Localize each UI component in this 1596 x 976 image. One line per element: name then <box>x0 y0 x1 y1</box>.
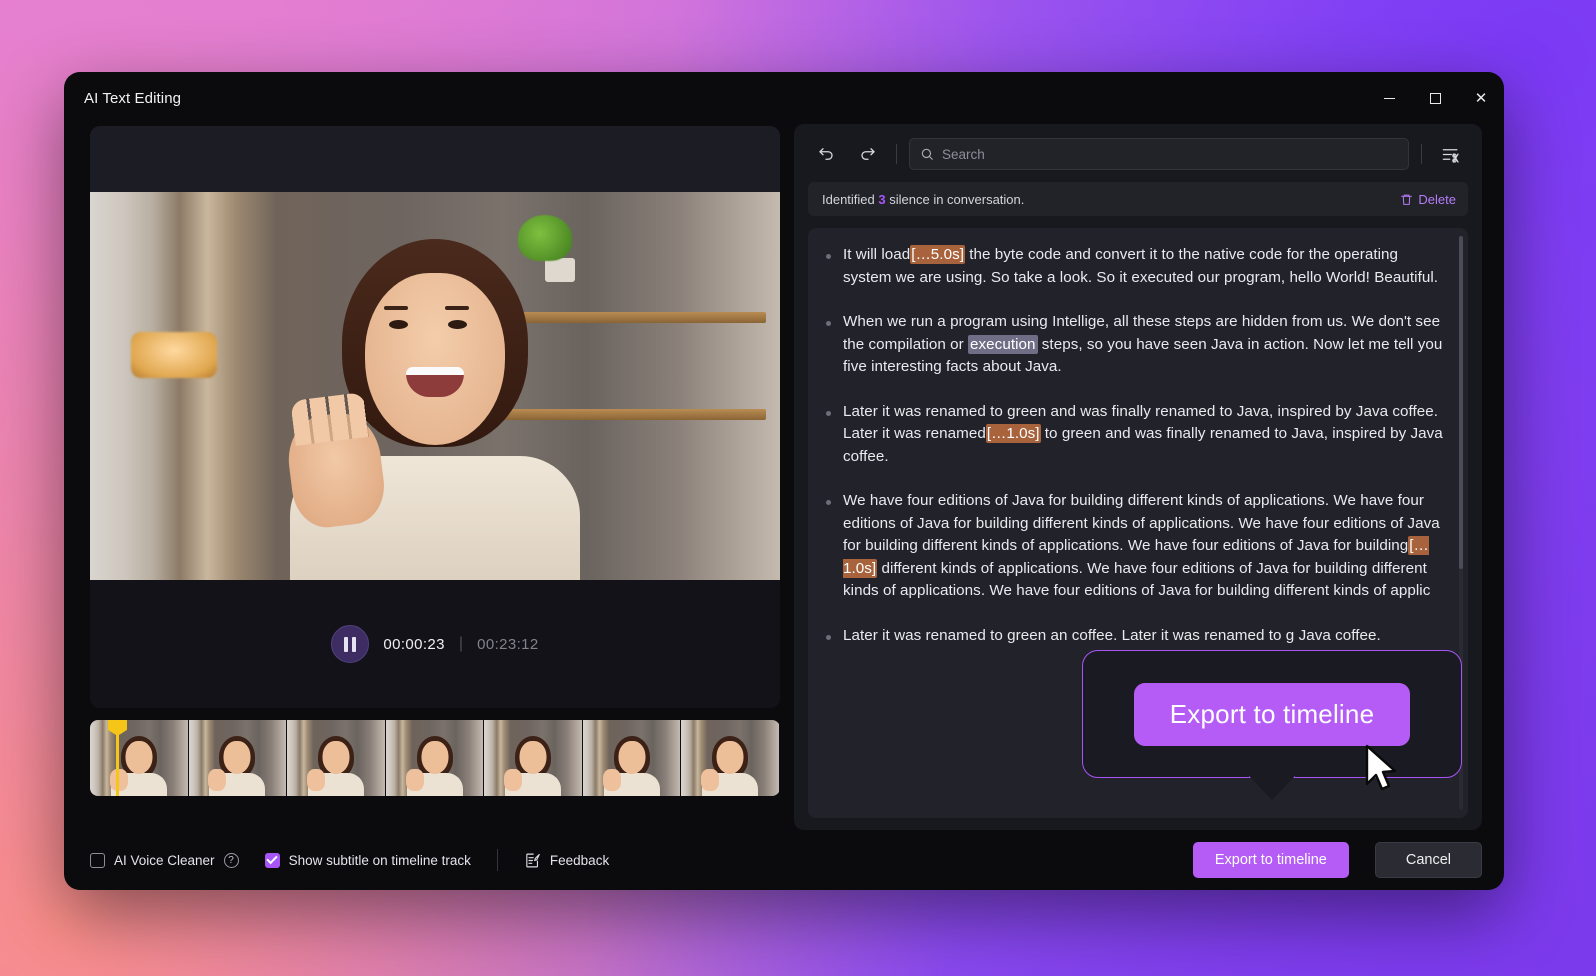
undo-button[interactable] <box>810 138 842 170</box>
show-subtitle-checkbox[interactable] <box>264 852 280 868</box>
silence-marker[interactable]: […1.0s] <box>985 424 1041 443</box>
pause-button[interactable] <box>331 625 370 663</box>
minimize-button[interactable] <box>1366 72 1412 124</box>
transcript-toolbar <box>808 138 1468 170</box>
delete-silences-button[interactable]: Delete <box>1400 192 1456 207</box>
maximize-icon <box>1429 92 1441 104</box>
feedback-label: Feedback <box>549 852 610 868</box>
paragraph-container: It will load[…5.0s] the byte code and co… <box>826 244 1446 647</box>
maximize-button[interactable] <box>1412 72 1458 124</box>
person-face <box>365 273 505 446</box>
person-brow <box>383 306 408 311</box>
trash-icon <box>1401 194 1413 205</box>
bullet-icon <box>826 321 831 326</box>
transcript-paragraph[interactable]: It will load[…5.0s] the byte code and co… <box>826 244 1446 289</box>
scrollbar-thumb[interactable] <box>1459 236 1463 569</box>
paragraph-text[interactable]: When we run a program using Intellige, a… <box>843 311 1446 379</box>
paragraph-text[interactable]: It will load[…5.0s] the byte code and co… <box>843 244 1446 289</box>
show-subtitle-label: Show subtitle on timeline track <box>288 852 471 868</box>
redo-icon <box>861 148 875 160</box>
filmstrip-thumbnail[interactable] <box>90 720 189 796</box>
show-subtitle-toggle[interactable]: Show subtitle on timeline track <box>264 852 471 868</box>
filmstrip-timeline[interactable] <box>90 720 780 796</box>
search-input[interactable] <box>942 146 1398 162</box>
transcript-text[interactable]: Later it was renamed to green an coffee.… <box>843 627 1381 644</box>
current-time: 00:00:23 <box>383 635 445 653</box>
zoom-callout: Export to timeline <box>1082 650 1462 778</box>
transcript-text[interactable]: different kinds of applications. We have… <box>843 560 1430 600</box>
bullet-icon <box>826 410 831 416</box>
silence-suffix: silence in conversation. <box>889 191 1025 207</box>
bullet-icon <box>826 254 831 259</box>
filmstrip-thumbnail[interactable] <box>385 720 485 796</box>
close-icon: ✕ <box>1474 89 1488 107</box>
delete-label: Delete <box>1418 191 1456 207</box>
transcript-paragraph[interactable]: We have four editions of Java for buildi… <box>826 490 1446 603</box>
filmstrip-thumbnail[interactable] <box>287 720 386 796</box>
silence-count: 3 <box>878 191 886 207</box>
transcript-text[interactable]: We have four editions of Java for buildi… <box>843 492 1440 554</box>
transcript-text[interactable]: It will load <box>843 246 910 263</box>
trim-text-icon <box>1442 148 1459 163</box>
ai-text-editing-window: AI Text Editing ✕ 00:00:23 | 00:23:12 Se… <box>64 72 1504 890</box>
playhead-marker[interactable] <box>116 720 119 796</box>
pause-icon <box>344 636 349 652</box>
player-controls: 00:00:23 | 00:23:12 <box>90 580 780 708</box>
video-stage: 00:00:23 | 00:23:12 <box>90 126 780 708</box>
transcript-paragraph[interactable]: Later it was renamed to green and was fi… <box>826 401 1446 469</box>
undo-icon <box>819 148 833 160</box>
minimize-icon <box>1383 97 1395 99</box>
ai-voice-cleaner-label: AI Voice Cleaner <box>114 852 215 868</box>
person-subject <box>270 192 600 580</box>
close-button[interactable]: ✕ <box>1458 72 1504 124</box>
title-bar: AI Text Editing ✕ <box>64 72 1504 124</box>
paragraph-text[interactable]: We have four editions of Java for buildi… <box>843 490 1446 603</box>
silence-prefix: Identified <box>822 191 875 207</box>
video-preview[interactable] <box>90 192 780 580</box>
ai-voice-cleaner-toggle[interactable]: AI Voice Cleaner ? <box>90 852 239 868</box>
window-title: AI Text Editing <box>84 89 182 107</box>
callout-export-to-timeline-button[interactable]: Export to timeline <box>1133 682 1411 746</box>
silence-banner: Identified 3 silence in conversation. De… <box>808 182 1468 216</box>
lamp-decor <box>131 331 218 378</box>
pause-icon <box>352 636 357 652</box>
time-separator: | <box>458 635 464 652</box>
silence-banner-text: Identified 3 silence in conversation. <box>822 192 1024 207</box>
footer-divider <box>496 849 498 871</box>
silence-marker[interactable]: […5.0s] <box>910 245 965 264</box>
export-to-timeline-button[interactable]: Export to timeline <box>1192 842 1349 878</box>
search-box[interactable] <box>909 138 1409 170</box>
redo-button[interactable] <box>852 138 884 170</box>
paragraph-text[interactable]: Later it was renamed to green an coffee.… <box>843 625 1381 648</box>
window-controls: ✕ <box>1366 72 1504 124</box>
trim-text-button[interactable] <box>1434 138 1466 170</box>
person-brow <box>444 306 469 311</box>
search-icon <box>921 148 933 160</box>
filmstrip-thumbnail[interactable] <box>582 720 682 796</box>
help-circle-icon[interactable]: ? <box>223 852 239 868</box>
player-pane: 00:00:23 | 00:23:12 <box>90 124 780 830</box>
filmstrip-thumbnail[interactable] <box>681 720 780 796</box>
toolbar-divider <box>896 144 897 164</box>
ai-voice-cleaner-checkbox[interactable] <box>90 852 105 868</box>
total-time: 00:23:12 <box>477 635 539 653</box>
transcript-paragraph[interactable]: When we run a program using Intellige, a… <box>826 311 1446 379</box>
person-eye <box>388 320 408 330</box>
paragraph-text[interactable]: Later it was renamed to green and was fi… <box>843 401 1446 469</box>
feedback-icon <box>526 853 540 867</box>
feedback-button[interactable]: Feedback <box>524 852 609 869</box>
cancel-button[interactable]: Cancel <box>1374 842 1482 878</box>
selected-word[interactable]: execution <box>968 334 1038 354</box>
bullet-icon <box>826 500 831 505</box>
toolbar-divider <box>1421 144 1422 164</box>
filmstrip-thumbnail[interactable] <box>188 720 288 796</box>
bullet-icon <box>826 634 831 640</box>
filmstrip-thumbnail[interactable] <box>484 720 583 796</box>
footer-bar: AI Voice Cleaner ? Show subtitle on time… <box>64 830 1504 890</box>
transcript-paragraph[interactable]: Later it was renamed to green an coffee.… <box>826 625 1446 648</box>
